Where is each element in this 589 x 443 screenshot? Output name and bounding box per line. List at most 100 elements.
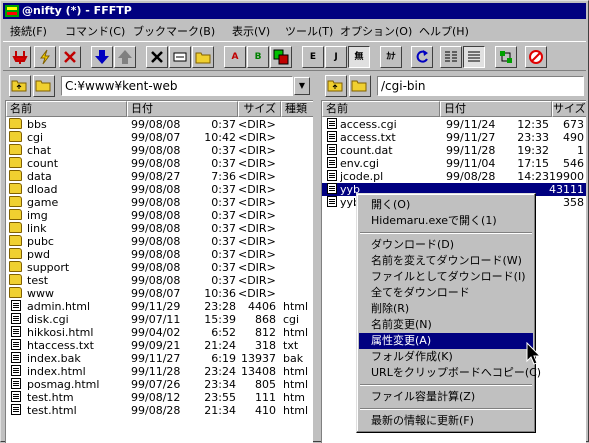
remote-row[interactable]: count.dat 99/11/28 19:32 1: [322, 144, 586, 157]
file-icon: [327, 170, 337, 181]
context-menu-item[interactable]: ファイル容量計算(Z): [359, 389, 533, 405]
local-row[interactable]: pubc 99/08/08 0:37 <DIR>: [6, 235, 313, 248]
kana-icon[interactable]: ｶﾅ: [380, 46, 402, 68]
file-date: 99/11/27: [131, 352, 181, 365]
connect-icon[interactable]: [9, 46, 31, 68]
local-path-input[interactable]: C:¥www¥kent-web: [61, 76, 293, 96]
remote-col-date[interactable]: 日付: [440, 101, 552, 117]
menu-tools[interactable]: ツール(T): [285, 23, 333, 39]
menu-help[interactable]: ヘルプ(H): [419, 23, 469, 39]
remote-col-name[interactable]: 名前: [322, 101, 440, 117]
local-row[interactable]: www 99/08/07 10:36 <DIR>: [6, 287, 313, 300]
sync-icon[interactable]: [495, 46, 517, 68]
list-view-icon[interactable]: [440, 46, 462, 68]
no-convert-icon[interactable]: 無: [348, 46, 370, 68]
local-row[interactable]: data 99/08/27 7:36 <DIR>: [6, 170, 313, 183]
context-menu-item[interactable]: 削除(R): [359, 301, 533, 317]
local-row[interactable]: posmag.html 99/07/26 23:34 805 html: [6, 378, 313, 391]
delete-icon[interactable]: [146, 46, 168, 68]
ascii-mode-icon[interactable]: A: [224, 46, 246, 68]
remote-col-size[interactable]: サイズ: [552, 101, 586, 117]
disconnect-icon[interactable]: [59, 46, 81, 68]
euc-icon[interactable]: E: [302, 46, 324, 68]
context-menu-item[interactable]: Hidemaru.exeで開く(1): [359, 213, 533, 229]
app-window: @nifty (*) - FFFTP 接続(F) コマンド(C) ブックマーク(…: [0, 0, 589, 443]
remote-path-input[interactable]: /cgi-bin: [377, 76, 584, 96]
local-row[interactable]: test.htm 99/08/12 23:55 111 htm: [6, 391, 313, 404]
file-date: 99/08/08: [131, 274, 181, 287]
context-menu-item[interactable]: フォルダ作成(K): [359, 349, 533, 365]
local-row[interactable]: htaccess.txt 99/09/21 21:24 318 txt: [6, 339, 313, 352]
local-row[interactable]: dload 99/08/08 0:37 <DIR>: [6, 183, 313, 196]
local-row[interactable]: pwd 99/08/08 0:37 <DIR>: [6, 248, 313, 261]
context-menu-item[interactable]: 属性変更(A): [359, 333, 533, 349]
file-date: 99/08/07: [131, 131, 181, 144]
file-name: disk.cgi: [27, 313, 69, 326]
remote-row[interactable]: access.txt 99/11/27 23:33 490: [322, 131, 586, 144]
file-size: 546: [563, 157, 584, 170]
remote-open-folder-button[interactable]: [349, 75, 371, 97]
remote-row[interactable]: access.cgi 99/11/24 12:35 673: [322, 118, 586, 131]
remote-row[interactable]: env.cgi 99/11/04 17:15 546: [322, 157, 586, 170]
local-row[interactable]: disk.cgi 99/07/11 15:39 868 cgi: [6, 313, 313, 326]
remote-row[interactable]: jcode.pl 99/08/28 14:23 19900: [322, 170, 586, 183]
local-col-size[interactable]: サイズ: [238, 101, 281, 117]
refresh-icon[interactable]: [411, 46, 433, 68]
context-menu-item[interactable]: ファイルとしてダウンロード(I): [359, 269, 533, 285]
stop-icon[interactable]: [525, 46, 547, 68]
file-time: 0:37: [211, 274, 236, 287]
mkdir-icon[interactable]: [192, 46, 214, 68]
local-row[interactable]: support 99/08/08 0:37 <DIR>: [6, 261, 313, 274]
menu-connect[interactable]: 接続(F): [10, 23, 47, 39]
menu-view[interactable]: 表示(V): [232, 23, 270, 39]
file-icon: [11, 391, 21, 402]
menu-options[interactable]: オプション(O): [340, 23, 412, 39]
local-row[interactable]: chat 99/08/08 0:37 <DIR>: [6, 144, 313, 157]
detail-view-icon[interactable]: [463, 46, 485, 68]
context-menu-item[interactable]: 全てをダウンロード: [359, 285, 533, 301]
context-menu-item[interactable]: 名前を変えてダウンロード(W): [359, 253, 533, 269]
local-row[interactable]: index.html 99/11/28 23:24 13408 html: [6, 365, 313, 378]
auto-mode-icon[interactable]: [270, 46, 292, 68]
file-name: cgi: [27, 131, 44, 144]
local-row[interactable]: index.bak 99/11/27 6:19 13937 bak: [6, 352, 313, 365]
context-menu-item[interactable]: ダウンロード(D): [359, 237, 533, 253]
context-menu-item[interactable]: 開く(O): [359, 197, 533, 213]
file-date: 99/08/27: [131, 170, 181, 183]
title-bar[interactable]: @nifty (*) - FFFTP: [3, 3, 586, 19]
local-file-list[interactable]: 名前 日付 サイズ 種類 bbs 99/08/08 0:37 <DIR> cgi 99/0…: [5, 100, 313, 443]
local-row[interactable]: cgi 99/08/07 10:42 <DIR>: [6, 131, 313, 144]
upload-icon[interactable]: [114, 46, 136, 68]
local-row[interactable]: admin.html 99/11/29 23:28 4406 html: [6, 300, 313, 313]
local-col-kind[interactable]: 種類: [281, 101, 313, 117]
context-menu-item[interactable]: 名前変更(N): [359, 317, 533, 333]
local-col-name[interactable]: 名前: [6, 101, 127, 117]
context-menu: 開く(O) Hidemaru.exeで開く(1) ダウンロード(D) 名前を変えてダウ…: [356, 193, 541, 433]
local-row[interactable]: hikkosi.html 99/04/02 6:52 812 html: [6, 326, 313, 339]
menu-bookmark[interactable]: ブックマーク(B): [133, 23, 215, 39]
menu-command[interactable]: コマンド(C): [65, 23, 125, 39]
file-name: dload: [27, 183, 58, 196]
local-row[interactable]: bbs 99/08/08 0:37 <DIR>: [6, 118, 313, 131]
download-icon[interactable]: [91, 46, 113, 68]
local-col-date[interactable]: 日付: [127, 101, 238, 117]
local-row[interactable]: count 99/08/08 0:37 <DIR>: [6, 157, 313, 170]
local-row[interactable]: link 99/08/08 0:37 <DIR>: [6, 222, 313, 235]
local-row[interactable]: game 99/08/08 0:37 <DIR>: [6, 196, 313, 209]
remote-up-folder-button[interactable]: [325, 75, 347, 97]
local-row[interactable]: test.html 99/08/28 21:34 410 html: [6, 404, 313, 417]
context-menu-item[interactable]: URLをクリップボードへコピー(C): [359, 365, 541, 381]
rename-icon[interactable]: [169, 46, 191, 68]
folder-icon: [9, 183, 22, 194]
local-path-dropdown-icon[interactable]: ▼: [294, 77, 310, 95]
jis-icon[interactable]: J: [325, 46, 347, 68]
local-row[interactable]: img 99/08/08 0:37 <DIR>: [6, 209, 313, 222]
local-row[interactable]: test 99/08/08 0:37 <DIR>: [6, 274, 313, 287]
local-open-folder-button[interactable]: [33, 75, 55, 97]
context-menu-item[interactable]: 最新の情報に更新(F): [359, 413, 533, 429]
local-up-folder-button[interactable]: [9, 75, 31, 97]
file-name: game: [27, 196, 59, 209]
binary-mode-icon[interactable]: B: [247, 46, 269, 68]
quick-connect-icon[interactable]: [34, 46, 56, 68]
file-time: 21:34: [204, 404, 236, 417]
